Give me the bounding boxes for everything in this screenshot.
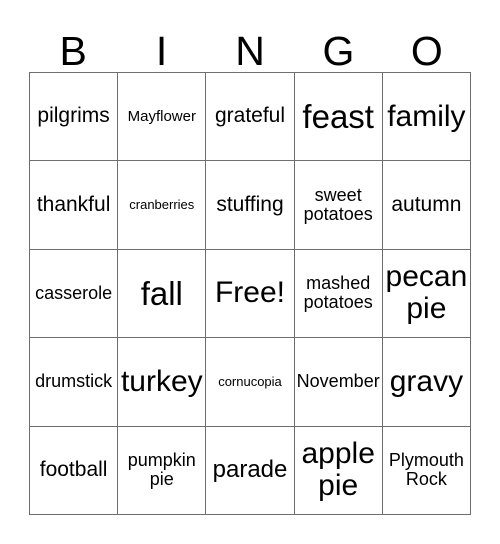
bingo-header-row: B I N G O — [29, 18, 471, 72]
bingo-cell[interactable]: apple pie — [294, 426, 383, 515]
bingo-cell-free[interactable]: Free! — [206, 249, 295, 339]
bingo-cell-label: turkey — [120, 364, 203, 398]
bingo-cell-label: gravy — [389, 364, 464, 398]
bingo-cell-label: casserole — [35, 282, 113, 303]
bingo-cell-label: pilgrims — [37, 104, 110, 128]
bingo-cell-label: stuffing — [216, 192, 284, 216]
bingo-cell[interactable]: turkey — [118, 338, 207, 427]
header-letter-o: O — [410, 28, 443, 74]
bingo-cell[interactable]: pecan pie — [382, 249, 471, 339]
bingo-cell-label: sweet potatoes — [303, 184, 373, 225]
bingo-cell[interactable]: stuffing — [206, 161, 295, 250]
bingo-grid: pilgrims Mayflower grateful feast family than… — [29, 72, 471, 515]
bingo-cell-label: autumn — [391, 192, 462, 216]
header-letter-i: I — [155, 28, 168, 74]
bingo-cell-label: thankful — [36, 192, 111, 216]
bingo-cell[interactable]: feast — [294, 73, 383, 162]
bingo-cell[interactable]: casserole — [30, 249, 119, 339]
bingo-cell[interactable]: grateful — [206, 73, 295, 162]
bingo-cell-label: parade — [212, 456, 288, 484]
bingo-cell[interactable]: fall — [118, 249, 207, 339]
bingo-cell[interactable]: mashed potatoes — [294, 249, 383, 339]
bingo-cell-label: Plymouth Rock — [388, 449, 464, 490]
bingo-cell[interactable]: sweet potatoes — [294, 161, 383, 250]
bingo-cell-label: mashed potatoes — [303, 273, 373, 313]
header-letter-b: B — [59, 28, 87, 74]
bingo-cell-label: Free! — [214, 276, 285, 310]
header-letter-g: G — [322, 28, 355, 74]
bingo-cell-label: fall — [140, 274, 183, 312]
bingo-cell-label: family — [387, 99, 466, 133]
bingo-cell[interactable]: November — [294, 338, 383, 427]
bingo-cell[interactable]: gravy — [382, 338, 471, 427]
bingo-cell[interactable]: pumpkin pie — [118, 426, 207, 515]
bingo-cell-label: Mayflower — [127, 107, 196, 125]
bingo-cell[interactable]: Mayflower — [118, 73, 207, 162]
bingo-cell[interactable]: football — [30, 426, 119, 515]
bingo-cell-label: football — [39, 457, 108, 481]
bingo-cell[interactable]: cornucopia — [206, 338, 295, 427]
bingo-cell-label: grateful — [214, 104, 286, 128]
bingo-cell-label: apple pie — [301, 436, 375, 503]
bingo-cell[interactable]: thankful — [30, 161, 119, 250]
bingo-cell-label: cornucopia — [218, 373, 282, 389]
bingo-cell[interactable]: autumn — [382, 161, 471, 250]
bingo-cell-label: pecan pie — [385, 260, 468, 326]
bingo-cell[interactable]: Plymouth Rock — [382, 426, 471, 515]
bingo-cell[interactable]: family — [382, 73, 471, 162]
bingo-cell[interactable]: pilgrims — [30, 73, 119, 162]
header-letter-n: N — [235, 28, 265, 74]
bingo-cell[interactable]: drumstick — [30, 338, 119, 427]
bingo-cell-label: pumpkin pie — [127, 449, 196, 490]
bingo-cell-label: drumstick — [35, 371, 113, 392]
bingo-cell[interactable]: cranberries — [118, 161, 207, 250]
bingo-cell-label: cranberries — [129, 197, 195, 213]
bingo-card: B I N G O pilgrims Mayflower grateful feast… — [0, 0, 500, 544]
bingo-cell[interactable]: parade — [206, 426, 295, 515]
bingo-cell-label: feast — [302, 97, 374, 135]
bingo-cell-label: November — [296, 371, 380, 392]
